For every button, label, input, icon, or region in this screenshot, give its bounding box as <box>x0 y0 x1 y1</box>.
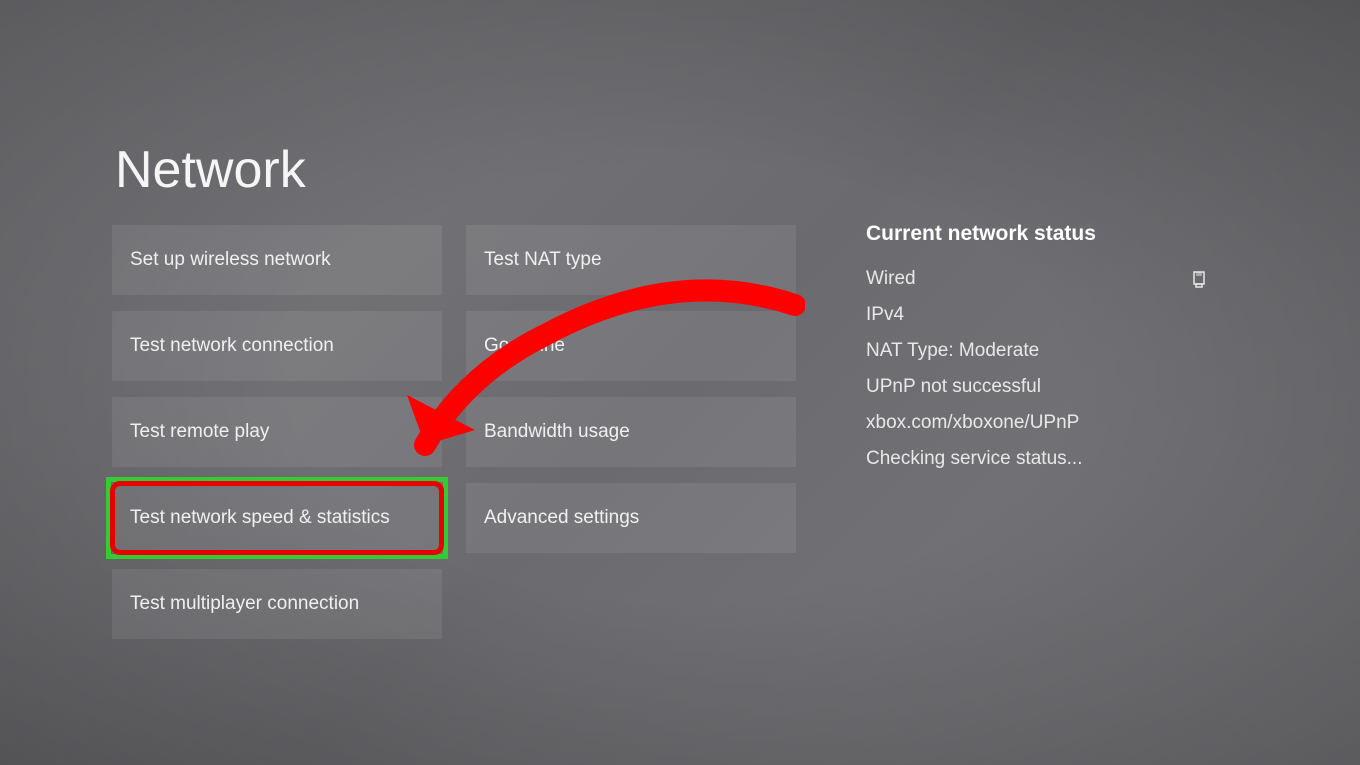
network-status-panel: Current network status Wired IPv4 NAT Ty… <box>866 222 1206 484</box>
tile-setup-wireless[interactable]: Set up wireless network <box>112 225 442 295</box>
status-ipv4: IPv4 <box>866 304 1206 326</box>
tile-label: Test network connection <box>130 335 334 357</box>
tile-test-multiplayer[interactable]: Test multiplayer connection <box>112 569 442 639</box>
tile-go-offline[interactable]: Go offline <box>466 311 796 381</box>
ethernet-icon <box>1192 270 1206 288</box>
status-upnp: UPnP not successful <box>866 376 1206 398</box>
status-service-check: Checking service status... <box>866 448 1206 470</box>
status-text: xbox.com/xboxone/UPnP <box>866 412 1079 434</box>
status-text: Wired <box>866 268 916 290</box>
page-title: Network <box>115 140 306 200</box>
tile-advanced-settings[interactable]: Advanced settings <box>466 483 796 553</box>
tile-label: Test multiplayer connection <box>130 593 359 615</box>
status-text: Checking service status... <box>866 448 1082 470</box>
status-heading: Current network status <box>866 222 1206 246</box>
tile-test-connection[interactable]: Test network connection <box>112 311 442 381</box>
tile-test-speed-stats[interactable]: Test network speed & statistics <box>112 483 442 553</box>
right-column: Test NAT type Go offline Bandwidth usage… <box>466 225 796 569</box>
tile-test-remote-play[interactable]: Test remote play <box>112 397 442 467</box>
status-text: UPnP not successful <box>866 376 1041 398</box>
status-nat-type: NAT Type: Moderate <box>866 340 1206 362</box>
tile-label: Test remote play <box>130 421 269 443</box>
status-text: NAT Type: Moderate <box>866 340 1039 362</box>
tile-label: Bandwidth usage <box>484 421 630 443</box>
tile-label: Test NAT type <box>484 249 602 271</box>
left-column: Set up wireless network Test network con… <box>112 225 442 655</box>
tile-label: Test network speed & statistics <box>130 507 390 529</box>
status-wired: Wired <box>866 268 1206 290</box>
tile-test-nat[interactable]: Test NAT type <box>466 225 796 295</box>
status-text: IPv4 <box>866 304 904 326</box>
tile-bandwidth-usage[interactable]: Bandwidth usage <box>466 397 796 467</box>
status-upnp-link: xbox.com/xboxone/UPnP <box>866 412 1206 434</box>
tile-label: Go offline <box>484 335 565 357</box>
tile-label: Advanced settings <box>484 507 639 529</box>
tile-label: Set up wireless network <box>130 249 331 271</box>
